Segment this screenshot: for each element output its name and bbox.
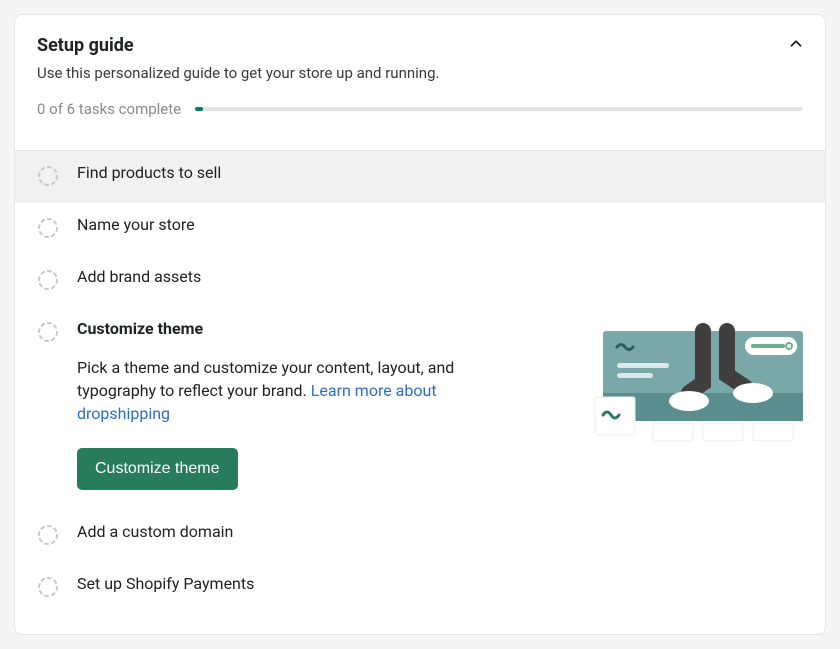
task-title: Name your store — [77, 215, 803, 234]
task-item-shopify-payments[interactable]: Set up Shopify Payments — [15, 562, 825, 614]
setup-guide-card: Setup guide Use this personalized guide … — [14, 14, 826, 635]
task-title: Add brand assets — [77, 267, 803, 286]
task-status-icon — [37, 321, 59, 347]
progress-row: 0 of 6 tasks complete — [37, 100, 803, 138]
progress-fill — [195, 107, 203, 111]
progress-label: 0 of 6 tasks complete — [37, 100, 181, 118]
progress-bar — [195, 107, 803, 111]
task-status-icon — [37, 269, 59, 295]
theme-illustration — [593, 319, 803, 447]
task-title: Add a custom domain — [77, 522, 803, 541]
task-title: Customize theme — [77, 319, 575, 338]
task-list: Find products to sell Name your store Ad… — [15, 151, 825, 634]
task-item-brand-assets[interactable]: Add brand assets — [15, 255, 825, 307]
task-title: Find products to sell — [77, 163, 803, 182]
task-title: Set up Shopify Payments — [77, 574, 803, 593]
chevron-up-icon — [787, 35, 805, 53]
task-item-find-products[interactable]: Find products to sell — [15, 151, 825, 203]
collapse-toggle[interactable] — [787, 35, 805, 57]
card-title: Setup guide — [37, 35, 803, 56]
customize-theme-button[interactable]: Customize theme — [77, 448, 238, 490]
task-status-icon — [37, 217, 59, 243]
task-description: Pick a theme and customize your content,… — [77, 356, 497, 426]
task-detail: Pick a theme and customize your content,… — [77, 356, 497, 490]
task-item-customize-theme[interactable]: Customize theme Pick a theme and customi… — [15, 307, 825, 510]
card-header: Setup guide Use this personalized guide … — [15, 15, 825, 150]
task-status-icon — [37, 165, 59, 191]
task-item-custom-domain[interactable]: Add a custom domain — [15, 510, 825, 562]
card-subtitle: Use this personalized guide to get your … — [37, 64, 803, 82]
task-status-icon — [37, 524, 59, 550]
task-status-icon — [37, 576, 59, 602]
task-item-name-store[interactable]: Name your store — [15, 203, 825, 255]
